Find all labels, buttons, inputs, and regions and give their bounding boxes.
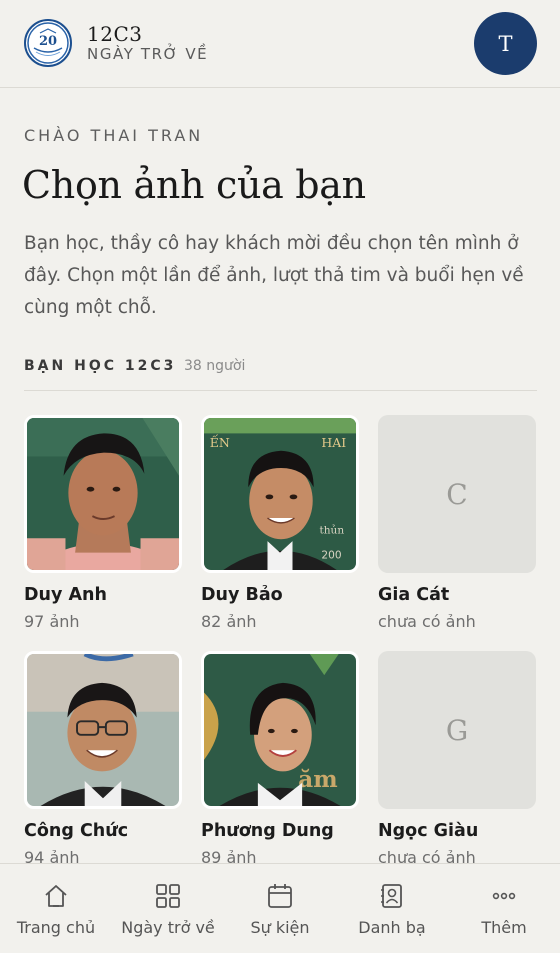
app-header: 20 12C3 NGÀY TRỞ VỀ T <box>0 0 560 88</box>
member-card-cong-chuc[interactable]: Công Chức 94 ảnh <box>24 651 182 867</box>
member-card-duy-anh[interactable]: Duy Anh 97 ảnh <box>24 415 182 631</box>
member-photo[interactable] <box>24 415 182 573</box>
bottom-nav: Trang chủ Ngày trở về Sự kiện Danh bạ Th… <box>0 863 560 953</box>
nav-label: Ngày trở về <box>121 918 215 937</box>
member-name: Phương Dung <box>201 821 334 841</box>
nav-label: Danh bạ <box>358 918 426 937</box>
member-initial: C <box>446 477 468 511</box>
roster-count: 38 người <box>184 358 246 374</box>
member-photo-placeholder[interactable]: C <box>378 415 536 573</box>
nav-item-events[interactable]: Sự kiện <box>224 864 336 953</box>
member-name: Duy Anh <box>24 585 107 605</box>
nav-label: Trang chủ <box>16 918 96 937</box>
nav-label: Sự kiện <box>250 918 310 937</box>
svg-text:HAI: HAI <box>321 435 346 450</box>
member-name: Gia Cát <box>378 585 450 605</box>
member-card-phuong-dung[interactable]: ăm Phương Dung 89 ảnh <box>201 651 359 867</box>
svg-text:ăm: ăm <box>298 766 337 793</box>
member-name: Duy Bảo <box>201 585 283 605</box>
member-photo-count: 97 ảnh <box>24 612 80 631</box>
section-name: NGÀY TRỞ VỀ <box>87 45 209 63</box>
member-photo-count: 82 ảnh <box>201 612 257 631</box>
member-photo-placeholder[interactable]: G <box>378 651 536 809</box>
member-card-ngoc-giau[interactable]: G Ngọc Giàu chưa có ảnh <box>378 651 536 867</box>
nav-item-reunion[interactable]: Ngày trở về <box>112 864 224 953</box>
home-icon <box>45 885 67 907</box>
member-card-gia-cat[interactable]: C Gia Cát chưa có ảnh <box>378 415 536 631</box>
greeting: CHÀO THAI TRAN <box>24 126 204 145</box>
svg-text:ẾN: ẾN <box>210 433 230 450</box>
member-photo-count: chưa có ảnh <box>378 612 476 631</box>
class-name: 12C3 <box>87 22 143 46</box>
member-initial: G <box>445 713 469 747</box>
svg-text:thủn: thủn <box>319 523 344 536</box>
svg-text:20: 20 <box>39 34 57 49</box>
nav-item-home[interactable]: Trang chủ <box>0 864 112 953</box>
grid-icon <box>156 884 180 908</box>
member-photo[interactable]: ăm <box>201 651 359 809</box>
member-photo[interactable]: ẾN HAI thủn 200 <box>201 415 359 573</box>
calendar-icon <box>268 884 292 908</box>
member-card-duy-bao[interactable]: ẾN HAI thủn 200 Duy Bảo 82 ảnh <box>201 415 359 631</box>
roster-title: BẠN HỌC 12C3 <box>24 358 177 374</box>
user-avatar[interactable]: T <box>474 12 537 75</box>
more-icon <box>492 892 516 900</box>
page-title: Chọn ảnh của bạn <box>22 163 366 207</box>
svg-text:200: 200 <box>321 549 341 561</box>
school-logo-icon[interactable]: 20 <box>24 19 72 67</box>
nav-item-more[interactable]: Thêm <box>448 864 560 953</box>
contacts-icon <box>381 884 402 908</box>
member-name: Ngọc Giàu <box>378 821 479 841</box>
divider <box>24 390 537 391</box>
member-photo[interactable] <box>24 651 182 809</box>
nav-label: Thêm <box>481 918 527 937</box>
intro-description: Bạn học, thầy cô hay khách mời đều chọn … <box>24 233 524 318</box>
member-name: Công Chức <box>24 821 129 841</box>
nav-item-contacts[interactable]: Danh bạ <box>336 864 448 953</box>
